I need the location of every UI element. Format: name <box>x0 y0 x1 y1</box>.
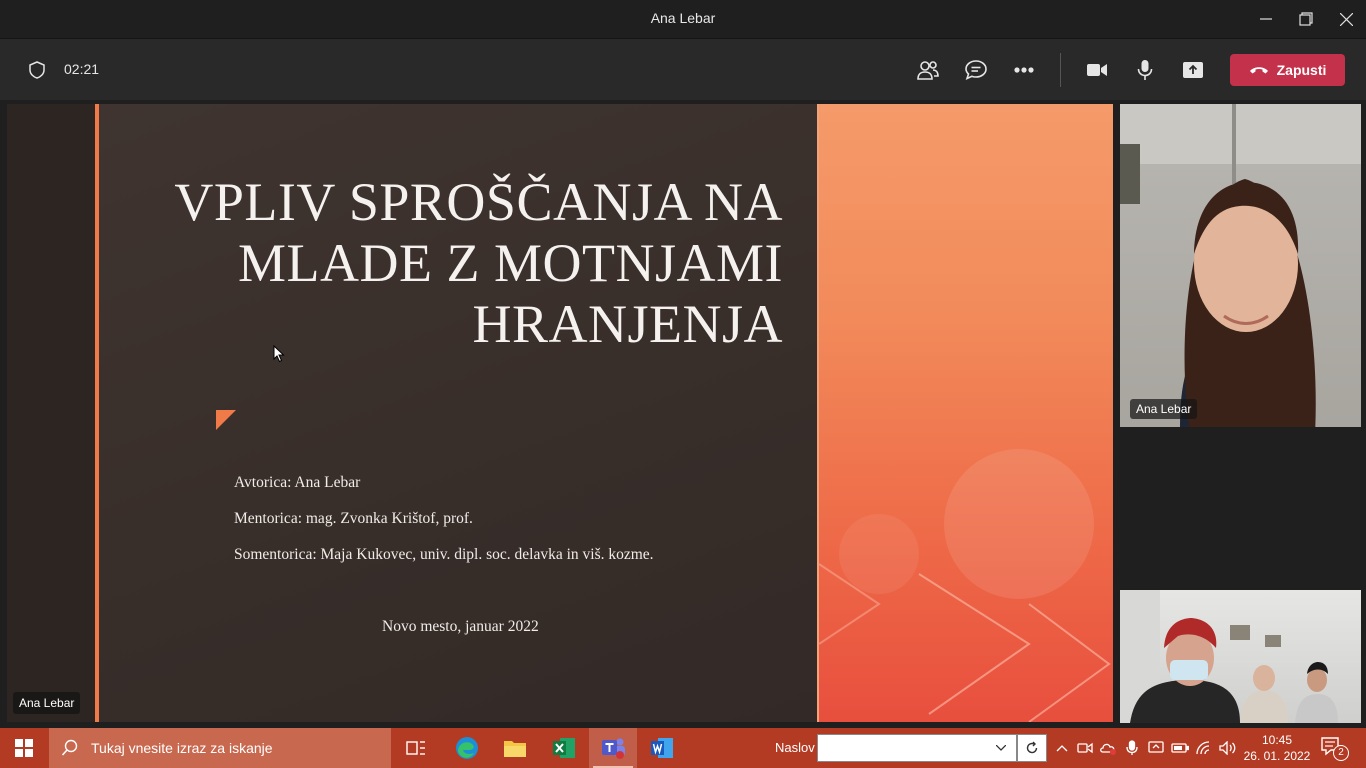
tray-meet-now[interactable] <box>1073 728 1097 768</box>
chat-icon <box>965 60 987 80</box>
teams-icon <box>602 738 625 759</box>
participants-button[interactable] <box>911 53 945 87</box>
presenter-name-tag: Ana Lebar <box>13 692 81 714</box>
leave-label: Zapusti <box>1276 62 1327 78</box>
address-go-button[interactable] <box>1017 734 1047 762</box>
self-video-tile[interactable] <box>1120 590 1361 723</box>
shared-slide: VPLIV SPROŠČANJA NA MLADE Z MOTNJAMI HRA… <box>7 104 1113 722</box>
taskbar-clock[interactable]: 10:45 26. 01. 2022 <box>1242 732 1312 764</box>
taskbar-search-box[interactable]: Tukaj vnesite izraz za iskanje <box>49 728 391 768</box>
slide-decorative-panel <box>819 104 1113 722</box>
share-content-button[interactable] <box>1176 53 1210 87</box>
more-icon <box>1014 67 1034 73</box>
meeting-timer: 02:21 <box>64 61 100 77</box>
microphone-in-use-icon <box>1126 740 1138 755</box>
edge-browser-icon <box>456 737 478 759</box>
taskbar-app-word[interactable] <box>638 728 686 768</box>
slide-title-line: HRANJENJA <box>472 294 783 354</box>
tray-display[interactable] <box>1144 728 1168 768</box>
self-video <box>1120 590 1338 723</box>
tray-microphone[interactable] <box>1120 728 1144 768</box>
notification-count-badge: 2 <box>1333 745 1349 761</box>
share-screen-icon <box>1183 62 1203 78</box>
windows-taskbar: Tukaj vnesite izraz za iskanje Naslov 10… <box>0 728 1366 768</box>
clock-date: 26. 01. 2022 <box>1243 749 1311 763</box>
camera-icon <box>1087 64 1107 76</box>
toolbar-divider <box>1060 53 1061 87</box>
chat-button[interactable] <box>959 53 993 87</box>
slide-triangle-ornament <box>216 410 236 430</box>
wifi-icon <box>1196 741 1210 755</box>
cloud-error-icon <box>1100 743 1116 755</box>
tray-overflow-button[interactable] <box>1050 728 1074 768</box>
excel-icon <box>553 738 575 758</box>
more-options-button[interactable] <box>1007 53 1041 87</box>
slide-title-line: VPLIV SPROŠČANJA NA <box>174 172 783 232</box>
clock-time: 10:45 <box>1261 733 1293 747</box>
start-button[interactable] <box>0 728 48 768</box>
meet-now-icon <box>1077 742 1093 754</box>
tray-wifi[interactable] <box>1192 728 1216 768</box>
slide-place-date: Novo mesto, januar 2022 <box>382 618 539 635</box>
taskbar-app-excel[interactable] <box>540 728 588 768</box>
mouse-pointer-icon <box>273 345 285 363</box>
word-icon <box>651 738 673 758</box>
chevron-down-icon[interactable] <box>996 745 1006 751</box>
camera-button[interactable] <box>1080 53 1114 87</box>
restore-icon <box>1299 12 1313 26</box>
slide-title-line: MLADE Z MOTNJAMI <box>238 233 783 293</box>
minimize-button[interactable] <box>1246 0 1286 38</box>
window-titlebar: Ana Lebar <box>0 0 1366 38</box>
hangup-icon <box>1249 67 1268 74</box>
close-icon <box>1339 12 1353 26</box>
close-window-button[interactable] <box>1326 0 1366 38</box>
restore-button[interactable] <box>1286 0 1326 38</box>
meeting-stage: VPLIV SPROŠČANJA NA MLADE Z MOTNJAMI HRA… <box>0 100 1366 728</box>
tray-volume[interactable] <box>1216 728 1240 768</box>
chevron-up-icon <box>1056 745 1068 752</box>
meeting-toolbar: 02:21 Zapusti <box>0 38 1366 100</box>
people-icon <box>917 61 939 80</box>
tray-battery[interactable] <box>1168 728 1192 768</box>
tray-onedrive[interactable] <box>1096 728 1120 768</box>
slide-left-strip <box>7 104 95 722</box>
microphone-button[interactable] <box>1128 53 1162 87</box>
taskbar-app-file-explorer[interactable] <box>491 728 539 768</box>
folder-icon <box>504 741 526 757</box>
address-toolbar-input[interactable] <box>817 734 1017 762</box>
search-placeholder: Tukaj vnesite izraz za iskanje <box>91 740 273 756</box>
participant-name: Ana Lebar <box>1130 399 1198 419</box>
taskbar-app-teams[interactable] <box>589 728 637 768</box>
microphone-icon <box>1137 60 1153 80</box>
slide-mentor: Mentorica: mag. Zvonka Krištof, prof. <box>234 510 473 527</box>
refresh-icon <box>1026 741 1038 754</box>
windows-logo-icon <box>15 739 33 757</box>
task-view-button[interactable] <box>392 728 440 768</box>
slide-title: VPLIV SPROŠČANJA NA MLADE Z MOTNJAMI HRA… <box>117 172 783 355</box>
display-icon <box>1148 741 1164 753</box>
volume-icon <box>1219 741 1236 755</box>
task-view-icon <box>406 741 425 755</box>
battery-icon <box>1171 743 1189 753</box>
leave-meeting-button[interactable]: Zapusti <box>1230 54 1345 86</box>
participant-video-tile[interactable]: Ana Lebar <box>1120 104 1361 427</box>
slide-panel-pattern <box>819 449 1111 722</box>
taskbar-app-edge[interactable] <box>443 728 491 768</box>
participant-video <box>1120 104 1361 427</box>
minimize-icon <box>1260 18 1272 20</box>
slide-author: Avtorica: Ana Lebar <box>234 474 361 491</box>
slide-co-mentor: Somentorica: Maja Kukovec, univ. dipl. s… <box>234 546 654 563</box>
search-icon <box>61 739 78 756</box>
window-title: Ana Lebar <box>650 10 716 26</box>
shield-icon[interactable] <box>28 61 46 79</box>
address-toolbar-label: Naslov <box>775 740 815 755</box>
